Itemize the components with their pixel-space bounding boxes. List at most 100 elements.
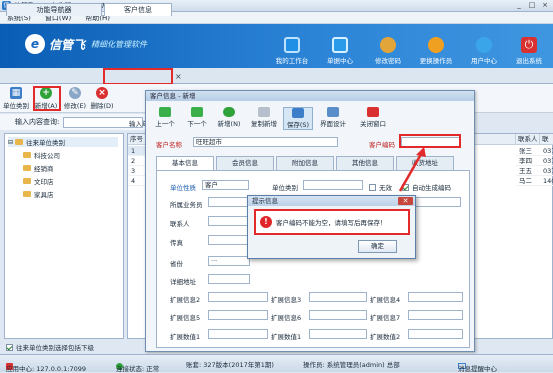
folder-icon <box>23 152 31 158</box>
tab-customer-info[interactable]: 客户信息 <box>104 3 172 16</box>
tree-item-label: 科技公司 <box>34 152 60 160</box>
invalid-checkbox[interactable] <box>369 183 376 191</box>
unit-category-select[interactable] <box>303 180 363 190</box>
dialog-title: 客户信息 - 新增 <box>146 91 474 101</box>
grid-cell-contact: 马二 <box>516 176 540 186</box>
next-label: 下一个 <box>187 120 207 128</box>
grid-header-phone[interactable]: 联 <box>540 134 553 145</box>
ext7-input[interactable] <box>408 310 463 320</box>
unit-category-button[interactable]: ▦ 单位类别 <box>3 87 29 110</box>
new-button[interactable]: 新增(N) <box>214 107 244 128</box>
tree-item-dealer[interactable]: 经销商 <box>23 163 54 173</box>
new-label: 新增(N) <box>217 120 241 128</box>
tree-item-furniture[interactable]: 家具店 <box>23 189 54 199</box>
documents-center-button[interactable]: 单据中心 <box>316 37 364 65</box>
grid-header-contact[interactable]: 联系人 <box>516 134 540 145</box>
maximize-button[interactable]: □ <box>526 1 538 10</box>
close-window-button[interactable]: × <box>539 1 551 10</box>
switch-operator-button[interactable]: 更换操作员 <box>412 37 460 65</box>
tab-function-navigator[interactable]: 功能导航器 <box>6 3 102 16</box>
ext4-input[interactable] <box>408 292 463 302</box>
category-tree: ⊟ 往来单位类别 科技公司 经销商 文印店 家具店 <box>4 133 124 339</box>
switch-operator-label: 更换操作员 <box>419 57 453 65</box>
alert-close-button[interactable]: ✕ <box>398 197 413 205</box>
save-icon <box>292 108 304 118</box>
ext-label: 扩展信息2 <box>170 296 201 304</box>
ext5-input[interactable] <box>208 310 268 320</box>
tab-basic-info[interactable]: 基本信息 <box>156 156 214 170</box>
arrow-right-icon <box>191 107 203 117</box>
category-icon: ▦ <box>10 87 22 99</box>
tab-bar <box>0 68 553 84</box>
status-bar: 应用中心: 127.0.0.1:7099 连接状态: 正常 账套: 327版本(… <box>0 354 553 373</box>
close-dialog-button[interactable]: 关闭窗口 <box>358 107 388 128</box>
status-operator: 操作员: 系统管理员(admin) 总部 <box>303 361 400 369</box>
customer-name-input[interactable]: 旺旺超市 <box>193 137 338 147</box>
layout-design-label: 界面设计 <box>320 120 346 128</box>
unit-nature-select[interactable]: 客户 <box>202 180 249 190</box>
arrow-left-icon <box>159 107 171 117</box>
close-icon <box>367 107 379 117</box>
tab-close-icon[interactable]: × <box>175 72 182 81</box>
exit-system-button[interactable]: ⏻ 退出系统 <box>505 37 553 65</box>
salesman-input[interactable] <box>208 197 250 207</box>
alert-message: 客户编码不能为空，请填写后再保存！ <box>276 219 387 227</box>
power-icon: ⏻ <box>521 37 537 53</box>
error-icon: ! <box>260 216 272 228</box>
design-icon <box>327 107 339 117</box>
user-center-button[interactable]: 用户中心 <box>460 37 508 65</box>
grid-cell-phone: 140590 <box>540 176 553 186</box>
next-button[interactable]: 下一个 <box>182 107 212 128</box>
tab-other-info[interactable]: 其他信息 <box>336 156 394 170</box>
ext6-input[interactable] <box>309 310 367 320</box>
ext-num1-input[interactable] <box>208 329 268 339</box>
add-icon <box>223 107 235 117</box>
invalid-option[interactable]: 无效 <box>369 182 392 192</box>
exit-system-label: 退出系统 <box>516 57 542 65</box>
grid-cell-contact: 李四 <box>516 156 540 166</box>
ext-label: 扩展信息5 <box>170 314 201 322</box>
ext-num2-input[interactable] <box>408 329 463 339</box>
ext3-input[interactable] <box>309 292 367 302</box>
alert-dialog: 提示信息 ✕ ! 客户编码不能为空，请填写后再保存！ 确定 <box>247 195 416 259</box>
workbench-button[interactable]: 我的工作台 <box>268 37 316 65</box>
tab-extra-info[interactable]: 附加信息 <box>276 156 334 170</box>
workbench-label: 我的工作台 <box>275 57 309 65</box>
copy-icon <box>258 107 270 117</box>
monitor-icon <box>284 37 300 53</box>
status-account: 账套: 327版本(2017年第1期) <box>186 361 274 369</box>
change-password-button[interactable]: 修改密码 <box>364 37 412 65</box>
include-subcategories-option[interactable]: 往来单位类别选择包括下级 <box>6 342 94 352</box>
logo-mark-icon: e <box>25 34 45 54</box>
include-subcategories-checkbox[interactable] <box>6 343 13 351</box>
ext2-input[interactable] <box>208 292 268 302</box>
copy-new-button[interactable]: 复制新增 <box>249 107 279 128</box>
copy-new-label: 复制新增 <box>251 120 277 128</box>
province-input[interactable]: ··· <box>208 256 250 266</box>
minimize-button[interactable]: _ <box>513 1 525 10</box>
tree-item-label: 文印店 <box>34 178 54 186</box>
save-button[interactable]: 保存(S) <box>283 107 313 130</box>
tab-highlight-box <box>103 68 173 85</box>
contact-input[interactable] <box>208 216 250 226</box>
delete-button[interactable]: × 删除(D) <box>89 87 115 110</box>
prev-button[interactable]: 上一个 <box>150 107 180 128</box>
fax-input[interactable] <box>208 235 250 245</box>
ext-num1b-input[interactable] <box>309 329 367 339</box>
alert-ok-button[interactable]: 确定 <box>358 240 397 253</box>
add-highlight-box <box>33 86 61 111</box>
tree-item-label: 家具店 <box>34 191 54 199</box>
users-icon <box>476 37 492 53</box>
unit-category-label: 单位类别 <box>3 102 29 110</box>
layout-design-button[interactable]: 界面设计 <box>318 107 348 128</box>
address-input[interactable] <box>208 274 250 284</box>
edit-button[interactable]: ✎ 修改(E) <box>62 87 88 110</box>
tab-member-info[interactable]: 会员信息 <box>216 156 274 170</box>
edit-icon: ✎ <box>69 87 81 99</box>
tree-root[interactable]: ⊟ 往来单位类别 <box>8 137 118 147</box>
tree-item-printshop[interactable]: 文印店 <box>23 176 54 186</box>
folder-icon <box>23 191 31 197</box>
edit-label: 修改(E) <box>63 102 87 110</box>
tree-item-tech[interactable]: 科技公司 <box>23 150 60 160</box>
ext-label: 扩展信息6 <box>271 314 302 322</box>
